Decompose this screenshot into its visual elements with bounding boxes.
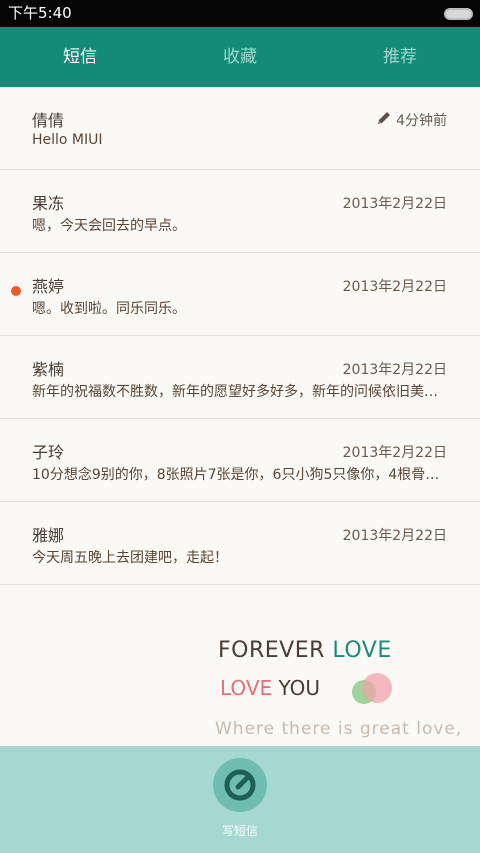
tab-bar: 短信 收藏 推荐	[0, 27, 480, 87]
message-time: 2013年2月22日	[342, 196, 447, 212]
status-bar: 下午5:40	[0, 0, 480, 27]
wallpaper: FOREVER LOVE LOVE YOU Where there is gre…	[0, 584, 480, 746]
conversation-row[interactable]: 子玲 2013年2月22日 10分想念9别的你，8张照片7张是你，6只小狗5只像…	[0, 419, 480, 502]
message-time: 2013年2月22日	[342, 528, 447, 544]
conversation-row[interactable]: 紫楠 2013年2月22日 新年的祝福数不胜数，新年的愿望好多好多，新年的问候依…	[0, 336, 480, 419]
conversation-list: 倩倩 4分钟前 Hello MIUI 果冻 2013年2月22日 嗯，今天会回去…	[0, 87, 480, 585]
message-time: 4分钟前	[396, 113, 447, 129]
compose-label[interactable]: 写短信	[0, 822, 480, 839]
wallpaper-text-forever: FOREVER	[218, 638, 333, 663]
circles-decoration	[352, 673, 392, 704]
unread-dot	[11, 286, 21, 296]
tab-sms[interactable]: 短信	[0, 27, 160, 87]
wallpaper-text-love: LOVE	[332, 638, 392, 663]
contact-name: 果冻	[32, 194, 65, 213]
wallpaper-text-you: YOU	[278, 676, 321, 700]
message-preview: 新年的祝福数不胜数，新年的愿望好多好多，新年的问候依旧美好…	[32, 384, 447, 400]
contact-name: 倩倩	[32, 111, 65, 130]
conversation-row[interactable]: 果冻 2013年2月22日 嗯，今天会回去的早点。	[0, 170, 480, 253]
message-preview: Hello MIUI	[32, 132, 103, 148]
wallpaper-line-2: LOVE YOU	[220, 676, 320, 700]
contact-name: 紫楠	[32, 360, 65, 379]
contact-name: 雅娜	[32, 526, 65, 545]
contact-name: 燕婷	[32, 277, 65, 296]
conversation-row[interactable]: 燕婷 2013年2月22日 嗯。收到啦。同乐同乐。	[0, 253, 480, 336]
message-preview: 今天周五晚上去团建吧，走起！	[32, 550, 228, 566]
message-preview: 嗯。收到啦。同乐同乐。	[32, 301, 186, 317]
tab-recommended[interactable]: 推荐	[320, 27, 480, 87]
message-preview: 10分想念9别的你，8张照片7张是你，6只小狗5只像你，4根骨头…	[32, 467, 447, 483]
tab-favorites[interactable]: 收藏	[160, 27, 320, 87]
message-time: 2013年2月22日	[342, 445, 447, 461]
bottom-bar: 写短信	[0, 746, 480, 853]
wallpaper-line-3: Where there is great love,	[215, 719, 463, 739]
battery-icon	[444, 8, 473, 20]
wallpaper-line-1: FOREVER LOVE	[218, 638, 392, 663]
compose-button[interactable]	[213, 758, 267, 812]
pencil-icon	[378, 112, 390, 124]
message-time: 2013年2月22日	[342, 362, 447, 378]
message-preview: 嗯，今天会回去的早点。	[32, 218, 186, 234]
conversation-row[interactable]: 雅娜 2013年2月22日 今天周五晚上去团建吧，走起！	[0, 502, 480, 585]
compose-icon	[224, 769, 256, 801]
contact-name: 子玲	[32, 443, 65, 462]
conversation-row[interactable]: 倩倩 4分钟前 Hello MIUI	[0, 87, 480, 170]
message-time: 2013年2月22日	[342, 279, 447, 295]
wallpaper-text-love-pink: LOVE	[220, 676, 279, 700]
status-time: 下午5:40	[8, 4, 72, 22]
